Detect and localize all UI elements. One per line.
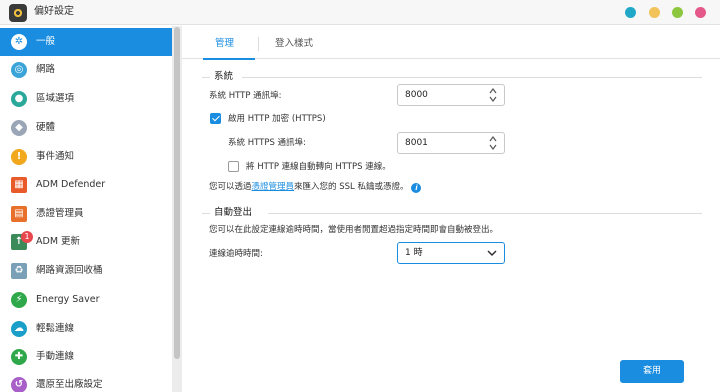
sidebar-item-label: 事件通知 xyxy=(36,151,75,162)
sidebar: ✲ 一般 ◎ 網路 ● 區域選項 ◆ 硬體 ! 事件通知 ▦ ADM Defen… xyxy=(0,26,182,392)
section-title-system: 系統 xyxy=(214,71,234,82)
sidebar-scrollbar-thumb[interactable] xyxy=(174,27,180,359)
section-divider xyxy=(202,77,210,78)
sidebar-item-factory-reset[interactable]: ↺ 還原至出廠設定 xyxy=(0,371,172,392)
sidebar-item-label: 網路資源回收桶 xyxy=(36,265,103,276)
main-panel: 管理 登入樣式 系統 系統 HTTP 通訊埠: 8000 啟用 HTTP 加密 … xyxy=(182,26,720,392)
tab-separator xyxy=(258,37,259,51)
window-control-close[interactable] xyxy=(695,7,706,18)
sidebar-item-label: 硬體 xyxy=(36,122,56,133)
info-icon[interactable]: i xyxy=(411,183,422,193)
sidebar-item-regional-options[interactable]: ● 區域選項 xyxy=(0,85,172,113)
sidebar-item-label: 區域選項 xyxy=(36,93,75,104)
window-control-help[interactable] xyxy=(625,7,636,18)
chevron-down-icon xyxy=(487,249,497,260)
restore-icon: ↺ xyxy=(11,377,27,392)
timeout-label: 連線逾時時間: xyxy=(209,249,263,259)
sidebar-item-ezconnect[interactable]: ☁ 輕鬆連線 xyxy=(0,315,172,343)
sidebar-item-network[interactable]: ◎ 網路 xyxy=(0,56,172,84)
http-port-label: 系統 HTTP 通訊埠: xyxy=(209,91,282,101)
https-redirect-label: 將 HTTP 連線自動轉向 HTTPS 連線。 xyxy=(246,162,391,172)
timeout-select[interactable]: 1 時 xyxy=(397,242,505,264)
globe-icon: ◎ xyxy=(11,62,27,78)
tab-bar: 管理 登入樣式 xyxy=(182,26,720,60)
sidebar-item-adm-defender[interactable]: ▦ ADM Defender xyxy=(0,171,172,199)
window-control-maximize[interactable] xyxy=(672,7,683,18)
https-port-value: 8001 xyxy=(405,138,428,148)
hardware-icon: ◆ xyxy=(11,120,27,136)
https-checkbox[interactable] xyxy=(210,113,221,124)
sidebar-item-label: Energy Saver xyxy=(36,294,100,305)
sidebar-item-notification[interactable]: ! 事件通知 xyxy=(0,143,172,171)
gear-icon: ✲ xyxy=(11,34,27,50)
https-redirect-checkbox[interactable] xyxy=(228,161,239,172)
section-title-auto-logout: 自動登出 xyxy=(214,207,253,218)
certificate-manager-link[interactable]: 憑證管理員 xyxy=(252,182,295,192)
apply-button[interactable]: 套用 xyxy=(620,360,684,383)
stepper-arrows-icon[interactable] xyxy=(489,135,497,151)
location-icon: ● xyxy=(11,91,27,107)
sidebar-item-general[interactable]: ✲ 一般 xyxy=(0,28,172,56)
timeout-value: 1 時 xyxy=(405,248,423,258)
section-divider xyxy=(202,213,210,214)
sidebar-item-label: 手動連線 xyxy=(36,351,75,362)
window-control-minimize[interactable] xyxy=(649,7,660,18)
https-port-stepper[interactable]: 8001 xyxy=(397,132,505,154)
certificate-icon: ▤ xyxy=(11,206,27,222)
https-port-label: 系統 HTTPS 通訊埠: xyxy=(228,138,306,148)
recycle-bin-icon: ♻ xyxy=(11,263,27,279)
alert-icon: ! xyxy=(11,149,27,165)
sidebar-item-label: 網路 xyxy=(36,64,56,75)
update-count-badge: 1 xyxy=(21,231,33,243)
http-port-value: 8000 xyxy=(405,90,428,100)
active-tab-indicator xyxy=(203,58,255,60)
tab-login-style[interactable]: 登入樣式 xyxy=(275,37,313,51)
sidebar-item-label: ADM 更新 xyxy=(36,236,81,247)
sidebar-item-hardware[interactable]: ◆ 硬體 xyxy=(0,114,172,142)
connect-icon: ✚ xyxy=(11,349,27,365)
sidebar-item-label: 還原至出廠設定 xyxy=(36,379,103,390)
sidebar-item-label: 憑證管理員 xyxy=(36,208,84,219)
sidebar-item-adm-update[interactable]: ↑ 1 ADM 更新 xyxy=(0,228,172,256)
sidebar-item-label: ADM Defender xyxy=(36,179,106,190)
ssl-hint-prefix: 您可以透過 xyxy=(209,182,252,192)
ssl-hint-suffix: 來匯入您的 SSL 私鑰或憑證。 xyxy=(294,182,409,192)
sidebar-item-network-recycle-bin[interactable]: ♻ 網路資源回收桶 xyxy=(0,257,172,285)
firewall-icon: ▦ xyxy=(11,177,27,193)
window-title: 偏好設定 xyxy=(34,6,74,17)
section-divider xyxy=(268,213,702,214)
ssl-hint-text: 您可以透過憑證管理員來匯入您的 SSL 私鑰或憑證。 i xyxy=(209,181,422,193)
auto-logout-description: 您可以在此設定連線逾時時間，當使用者閒置超過指定時間即會自動被登出。 xyxy=(209,225,499,235)
tab-management[interactable]: 管理 xyxy=(215,37,234,51)
sidebar-item-label: 一般 xyxy=(36,36,56,47)
sidebar-item-certificate-manager[interactable]: ▤ 憑證管理員 xyxy=(0,200,172,228)
sidebar-item-label: 輕鬆連線 xyxy=(36,323,75,334)
preferences-app-icon xyxy=(9,4,27,22)
sidebar-item-energy-saver[interactable]: ⚡ Energy Saver xyxy=(0,286,172,314)
stepper-arrows-icon[interactable] xyxy=(489,87,497,103)
title-bar: 偏好設定 xyxy=(0,0,720,25)
cloud-icon: ☁ xyxy=(11,321,27,337)
https-checkbox-label: 啟用 HTTP 加密 (HTTPS) xyxy=(228,114,326,124)
section-divider xyxy=(242,77,702,78)
sidebar-item-manual-connect[interactable]: ✚ 手動連線 xyxy=(0,343,172,371)
http-port-stepper[interactable]: 8000 xyxy=(397,84,505,106)
leaf-icon: ⚡ xyxy=(11,292,27,308)
